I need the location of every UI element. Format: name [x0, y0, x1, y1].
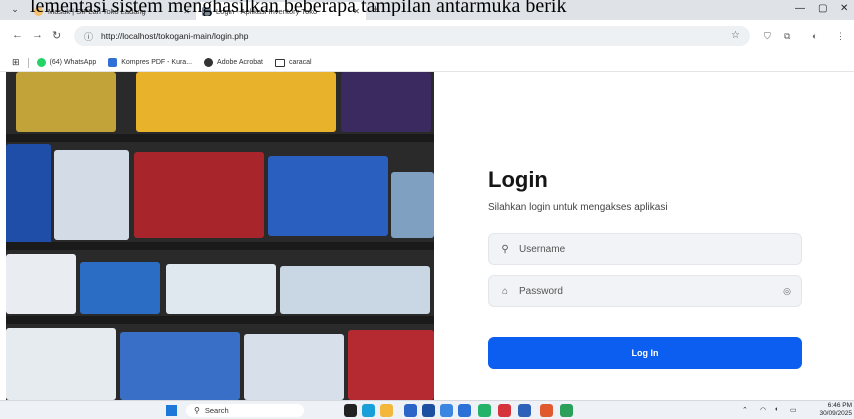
- shelf-item: [134, 152, 264, 238]
- username-field[interactable]: ⚲: [488, 233, 802, 265]
- lock-icon: ⌂: [501, 285, 509, 297]
- shelf-item: [136, 72, 336, 132]
- show-password-eye-icon[interactable]: ◎: [783, 286, 791, 297]
- login-title: Login: [488, 167, 548, 192]
- shelf-item: [16, 72, 116, 132]
- file-explorer-icon[interactable]: [380, 404, 393, 417]
- shelf-item: [268, 156, 388, 236]
- shelf-item: [244, 334, 344, 400]
- profile-icon[interactable]: ◐: [812, 31, 822, 41]
- reload-icon[interactable]: ↻: [52, 29, 61, 42]
- menu-dots-icon[interactable]: ⋮: [836, 31, 846, 41]
- app-icon[interactable]: [540, 404, 553, 417]
- bookmark-whatsapp[interactable]: (64) WhatsApp: [36, 58, 97, 67]
- windows-taskbar: ⚲ Search ⌃ ◠ ◖ ▭ 6:46 PM 30/09/2025: [0, 400, 854, 419]
- app-icon[interactable]: [498, 404, 511, 417]
- tray-chevron-icon[interactable]: ⌃: [742, 406, 748, 414]
- whatsapp-icon: [36, 58, 46, 67]
- wifi-icon[interactable]: ◠: [760, 406, 766, 414]
- paint-shelf-photo: [6, 72, 434, 400]
- address-bar[interactable]: ⓘ http://localhost/tokogani-main/login.p…: [74, 26, 750, 46]
- windows-start-icon[interactable]: [166, 405, 177, 416]
- shelf-item: [348, 330, 434, 400]
- shield-icon[interactable]: ⛉: [764, 31, 774, 41]
- bookmark-caracal[interactable]: caracal: [274, 58, 312, 67]
- bookmark-adobe-acrobat[interactable]: Adobe Acrobat: [204, 58, 263, 67]
- bookmark-label: (64) WhatsApp: [49, 59, 97, 66]
- extensions-icon[interactable]: ⧉: [784, 31, 794, 41]
- shelf-item: [341, 72, 431, 132]
- whatsapp-taskbar-icon[interactable]: [478, 404, 491, 417]
- word-icon[interactable]: [518, 404, 531, 417]
- bookmark-label: Kompres PDF - Kura...: [121, 59, 193, 66]
- app-icon[interactable]: [458, 404, 471, 417]
- clock-date: 30/09/2025: [819, 410, 852, 417]
- apps-grid-icon[interactable]: ⊞: [12, 57, 20, 68]
- forward-arrow-icon[interactable]: →: [32, 29, 43, 41]
- taskbar-search-label: Search: [204, 406, 229, 415]
- browser-toolbar: ← → ↻ ⓘ http://localhost/tokogani-main/l…: [0, 20, 854, 54]
- url-text[interactable]: http://localhost/tokogani-main/login.php: [101, 31, 248, 41]
- battery-icon[interactable]: ▭: [790, 406, 797, 414]
- divider: [27, 57, 29, 68]
- shelf-item: [6, 328, 116, 400]
- app-icon[interactable]: [404, 404, 417, 417]
- clock-time: 6:46 PM: [827, 402, 852, 409]
- bookmarks-bar: ⊞ (64) WhatsApp Kompres PDF - Kura... Ad…: [0, 54, 854, 72]
- password-input[interactable]: [519, 285, 769, 297]
- shelf-item: [6, 144, 51, 244]
- task-view-icon[interactable]: [344, 404, 357, 417]
- site-info-icon[interactable]: ⓘ: [84, 30, 93, 43]
- app-icon[interactable]: [560, 404, 573, 417]
- login-subtitle: Silahkan login untuk mengakses aplikasi: [488, 202, 668, 213]
- username-input[interactable]: [519, 243, 769, 255]
- chrome-icon[interactable]: [362, 404, 375, 417]
- login-button[interactable]: Log In: [488, 337, 802, 369]
- login-page: Login Silahkan login untuk mengakses apl…: [0, 72, 854, 400]
- folder-icon: [274, 58, 285, 67]
- password-field[interactable]: ⌂ ◎: [488, 275, 802, 307]
- bookmark-kompres-pdf[interactable]: Kompres PDF - Kura...: [108, 58, 192, 67]
- taskbar-search[interactable]: ⚲ Search: [186, 404, 304, 417]
- bookmark-star-icon[interactable]: ☆: [731, 30, 740, 41]
- user-icon: ⚲: [501, 243, 509, 255]
- shelf-item: [6, 254, 76, 314]
- pdf-icon: [108, 58, 118, 67]
- shelf-board: [6, 134, 434, 142]
- shelf-board: [6, 316, 434, 324]
- acrobat-icon: [204, 58, 214, 67]
- system-clock[interactable]: 6:46 PM 30/09/2025: [819, 402, 852, 418]
- bookmark-label: Adobe Acrobat: [217, 59, 263, 66]
- volume-icon[interactable]: ◖: [774, 406, 778, 413]
- shelf-board: [6, 242, 434, 250]
- search-icon: ⚲: [194, 406, 200, 415]
- bookmark-label: caracal: [288, 59, 312, 66]
- shelf-item: [120, 332, 240, 400]
- shelf-item: [80, 262, 160, 314]
- document-overlay-text: lementasi sistem menghasilkan beberapa t…: [30, 0, 567, 16]
- back-arrow-icon[interactable]: ←: [12, 29, 23, 41]
- shelf-item: [166, 264, 276, 314]
- app-icon[interactable]: [422, 404, 435, 417]
- shelf-item: [54, 150, 129, 240]
- shelf-item: [391, 172, 434, 238]
- app-icon[interactable]: [440, 404, 453, 417]
- shelf-item: [280, 266, 430, 314]
